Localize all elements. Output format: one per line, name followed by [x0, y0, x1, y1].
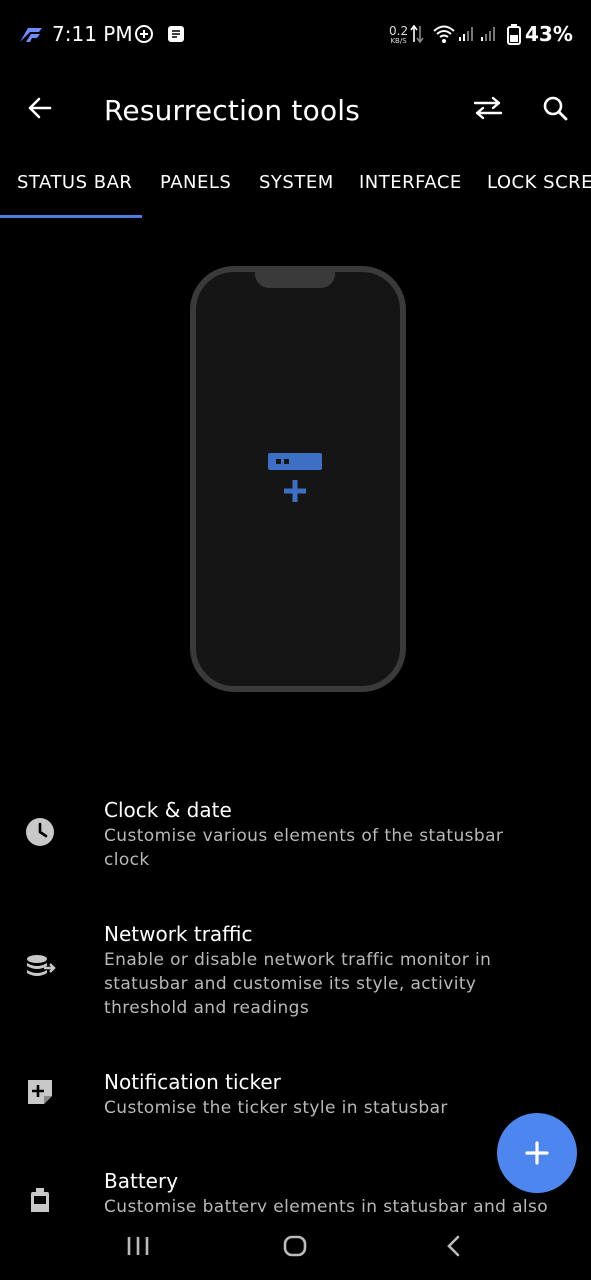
note-icon: [168, 26, 184, 42]
phone-notch: [255, 268, 335, 288]
signal-icon: [481, 27, 495, 41]
battery-icon: [31, 1188, 49, 1212]
tab-interface[interactable]: INTERFACE: [359, 172, 462, 193]
network-speed-unit: KB/S: [390, 37, 407, 45]
swap-icon: [473, 96, 503, 120]
signal-icon: [459, 27, 473, 41]
tab-indicator: [0, 215, 142, 218]
tab-status-bar[interactable]: STATUS BAR: [17, 172, 132, 193]
battery-percent: 43%: [525, 22, 573, 46]
swap-button[interactable]: [466, 88, 510, 128]
setting-subtitle: Enable or disable network traffic monito…: [104, 950, 492, 1018]
chat-bubble-icon: [135, 25, 153, 43]
statusbar-add-icon: [268, 453, 322, 502]
back-arrow-icon: [28, 97, 52, 119]
setting-subtitle: Customise the ticker style in statusbar: [104, 1098, 448, 1118]
setting-title: Notification ticker: [104, 1070, 281, 1094]
recents-icon[interactable]: [124, 1234, 152, 1258]
home-icon[interactable]: [281, 1232, 309, 1260]
ticker-icon: [28, 1080, 52, 1104]
page-title: Resurrection tools: [104, 94, 361, 127]
search-icon: [543, 96, 568, 121]
plus-icon: [525, 1141, 549, 1165]
tab-system[interactable]: SYSTEM: [259, 172, 334, 193]
add-fab-button[interactable]: [497, 1113, 577, 1193]
wifi-icon: [433, 25, 455, 43]
search-button[interactable]: [535, 88, 575, 128]
network-traffic-icon: [27, 955, 56, 976]
clock-icon: [26, 818, 54, 846]
setting-title: Battery: [104, 1169, 179, 1193]
setting-subtitle: Customise battery elements in statusbar …: [104, 1197, 549, 1212]
status-time: 7:11 PM: [52, 22, 133, 46]
setting-clock-date[interactable]: Clock & date Customise various elements …: [0, 790, 591, 890]
back-icon[interactable]: [440, 1232, 468, 1260]
back-button[interactable]: [20, 88, 60, 128]
tab-panels[interactable]: PANELS: [160, 172, 231, 193]
setting-subtitle: Customise various elements of the status…: [104, 826, 504, 870]
status-bar: 7:11 PM 0.2 KB/S 43%: [0, 0, 591, 70]
network-speed: 0.2 KB/S: [389, 25, 408, 45]
setting-network-traffic[interactable]: Network traffic Enable or disable networ…: [0, 914, 591, 1034]
network-speed-value: 0.2: [389, 24, 409, 38]
navigation-bar: [0, 1212, 591, 1280]
upload-download-icon: [410, 24, 424, 44]
setting-title: Clock & date: [104, 798, 232, 822]
app-logo-icon: [20, 28, 42, 42]
battery-icon: [507, 24, 521, 45]
tab-lock-screen[interactable]: LOCK SCREEN: [487, 172, 591, 193]
setting-title: Network traffic: [104, 922, 253, 946]
